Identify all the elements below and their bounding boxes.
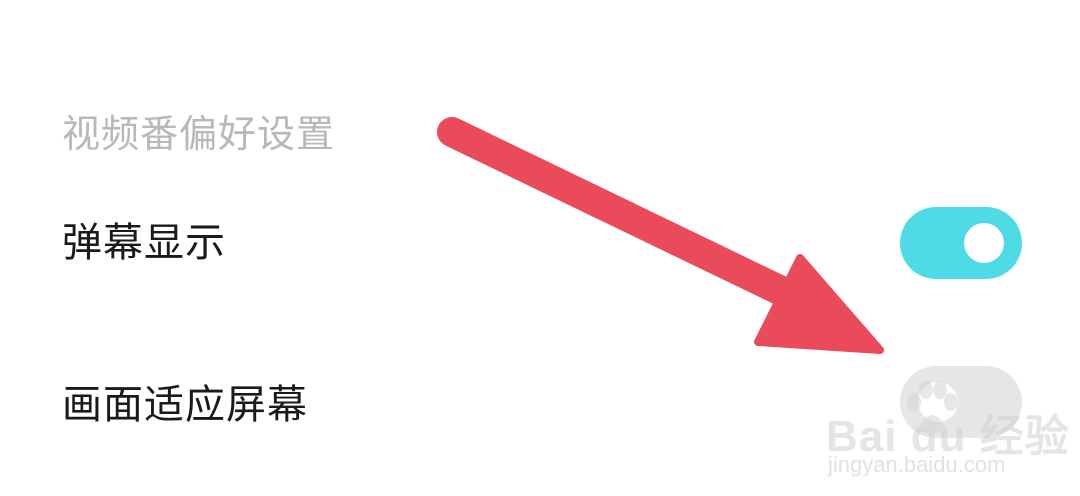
settings-page: 视频番偏好设置 弹幕显示 画面适应屏幕 Bai du 经验 jingyan.ba… — [0, 0, 1080, 496]
danmaku-toggle[interactable] — [900, 207, 1022, 279]
toggle-knob — [964, 223, 1004, 263]
setting-row-danmaku[interactable]: 弹幕显示 — [0, 188, 1080, 298]
baidu-jingyan-watermark: Bai du 经验 jingyan.baidu.com — [826, 380, 1069, 496]
setting-label-fit-screen: 画面适应屏幕 — [62, 382, 308, 428]
setting-label-danmaku: 弹幕显示 — [62, 220, 226, 266]
section-title: 视频番偏好设置 — [62, 112, 336, 156]
watermark-url: jingyan.baidu.com — [828, 452, 1006, 477]
